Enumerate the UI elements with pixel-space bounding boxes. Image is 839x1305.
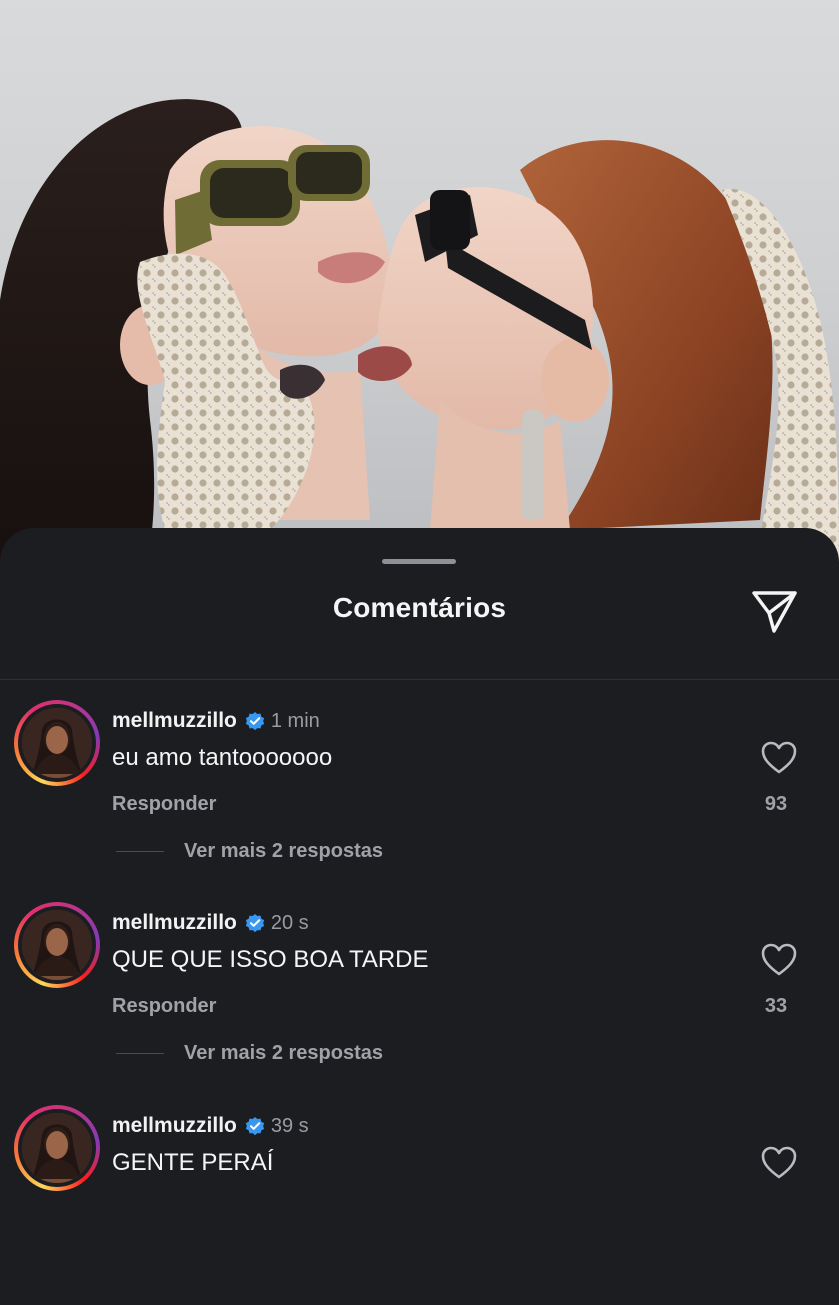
story-ring[interactable]: [14, 700, 100, 786]
comment-item: mellmuzzillo 20 s QUE QUE ISSO BOA TARDE…: [0, 902, 839, 1102]
heart-icon: [761, 943, 797, 976]
avatar-portrait: [22, 708, 92, 778]
heart-icon: [761, 741, 797, 774]
header-divider: [0, 679, 839, 680]
paper-plane-icon: [752, 591, 797, 633]
comment-item: mellmuzzillo 39 s GENTE PERAÍ: [0, 1105, 839, 1305]
comment-text: GENTE PERAÍ: [112, 1149, 274, 1176]
avatar-portrait: [22, 910, 92, 980]
avatar: [22, 1113, 92, 1183]
like-button[interactable]: [760, 740, 798, 776]
view-replies-label: Ver mais 2 respostas: [184, 840, 384, 862]
heart-icon: [761, 1146, 797, 1179]
reply-button[interactable]: Responder: [112, 995, 216, 1018]
view-replies-button[interactable]: Ver mais 2 respostas: [116, 1042, 383, 1065]
like-count: 93: [764, 793, 788, 815]
verified-badge-icon: [245, 712, 265, 731]
sheet-grabber[interactable]: [382, 559, 456, 564]
like-count: 33: [764, 995, 788, 1017]
replies-line: [116, 1053, 164, 1054]
verified-badge-icon: [245, 1117, 265, 1136]
avatar-portrait: [22, 1113, 92, 1183]
story-ring[interactable]: [14, 1105, 100, 1191]
like-button[interactable]: [760, 1145, 798, 1181]
replies-line: [116, 851, 164, 852]
comment-time: 1 min: [270, 709, 320, 732]
comments-sheet: Comentários mellmuzzillo 1 min eu amo ta…: [0, 528, 839, 1200]
verified-badge-icon: [245, 914, 265, 933]
avatar: [22, 910, 92, 980]
sheet-title: Comentários: [332, 592, 507, 623]
view-replies-label: Ver mais 2 respostas: [184, 1042, 384, 1064]
comment-text: eu amo tantooooooo: [112, 744, 333, 771]
comment-username[interactable]: mellmuzzillo: [112, 709, 237, 733]
comment-item: mellmuzzillo 1 min eu amo tantooooooo Re…: [0, 700, 839, 900]
comment-username[interactable]: mellmuzzillo: [112, 911, 237, 935]
story-ring[interactable]: [14, 902, 100, 988]
comment-meta: mellmuzzillo 39 s: [112, 1111, 309, 1141]
comment-meta: mellmuzzillo 1 min: [112, 706, 320, 736]
comment-text: QUE QUE ISSO BOA TARDE: [112, 946, 429, 973]
comment-time: 20 s: [270, 911, 309, 934]
comment-username[interactable]: mellmuzzillo: [112, 1114, 237, 1138]
view-replies-button[interactable]: Ver mais 2 respostas: [116, 840, 383, 863]
post-photo: [0, 0, 839, 600]
comment-meta: mellmuzzillo 20 s: [112, 908, 309, 938]
like-button[interactable]: [760, 942, 798, 978]
post-photo-illustration: [0, 99, 839, 600]
avatar: [22, 708, 92, 778]
comment-time: 39 s: [270, 1114, 309, 1137]
reply-button[interactable]: Responder: [112, 793, 216, 816]
share-button[interactable]: [748, 584, 802, 638]
